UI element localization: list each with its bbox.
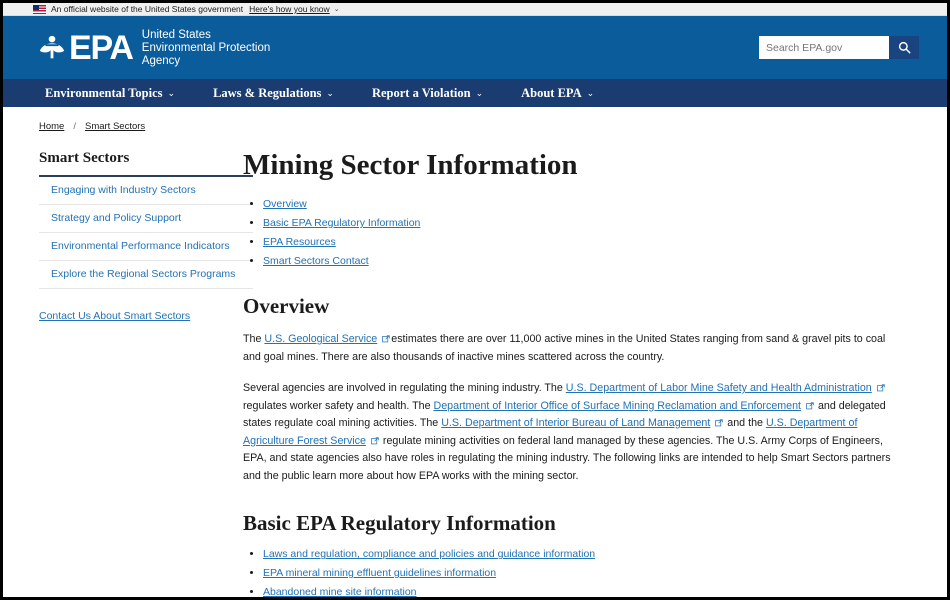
nav-label: Laws & Regulations — [213, 85, 322, 100]
breadcrumb-home[interactable]: Home — [39, 121, 64, 132]
external-link-icon — [382, 332, 390, 343]
search-form[interactable] — [759, 36, 919, 59]
link-osmre[interactable]: Department of Interior Office of Surface… — [434, 400, 802, 412]
page-title: Mining Sector Information — [243, 149, 578, 181]
content-area: Smart Sectors Engaging with Industry Sec… — [3, 132, 947, 597]
toc-link-overview[interactable]: Overview — [263, 198, 307, 210]
nav-item-laws-regulations[interactable]: Laws & Regulations ⌄ — [213, 86, 334, 101]
link-mineral-mining-effluent-guidelines[interactable]: EPA mineral mining effluent guidelines i… — [263, 567, 496, 579]
external-link-icon — [876, 381, 885, 392]
contact-us-link[interactable]: Contact Us About Smart Sectors — [39, 310, 190, 322]
breadcrumb: Home / Smart Sectors — [3, 107, 947, 132]
chevron-down-icon: ⌄ — [326, 87, 334, 98]
epa-wordmark: EPA — [69, 28, 134, 67]
list-item: Overview — [263, 198, 899, 211]
epa-seal-icon — [39, 35, 65, 58]
external-link-icon — [371, 434, 379, 444]
toc-link-basic-epa-regulatory-information[interactable]: Basic EPA Regulatory Information — [263, 217, 420, 229]
overview-paragraph-2: Several agencies are involved in regulat… — [243, 380, 899, 485]
basic-regulatory-link-list: Laws and regulation, compliance and poli… — [243, 548, 899, 597]
external-link-icon — [806, 399, 814, 409]
nav-label: Report a Violation — [371, 85, 471, 100]
chevron-down-icon[interactable]: ⌄ — [334, 5, 340, 13]
nav-label: About EPA — [521, 85, 582, 100]
tagline-line-2: Environmental Protection — [141, 41, 271, 54]
text-fragment: The — [243, 333, 265, 346]
list-item: Smart Sectors Contact — [263, 255, 899, 268]
sidebar-item-strategy-and-policy-support[interactable]: Strategy and Policy Support — [39, 205, 253, 233]
table-of-contents: Overview Basic EPA Regulatory Informatio… — [243, 198, 899, 268]
us-flag-icon — [33, 4, 46, 14]
site-header: EPA United States Environmental Protecti… — [3, 16, 947, 79]
search-input[interactable] — [759, 36, 889, 59]
breadcrumb-smart-sectors[interactable]: Smart Sectors — [85, 121, 145, 132]
browser-viewport: An official website of the United States… — [0, 0, 950, 600]
heres-how-you-know-link[interactable]: Here's how you know — [249, 4, 330, 14]
link-us-geological-service[interactable]: U.S. Geological Service — [264, 333, 377, 345]
nav-item-report-a-violation[interactable]: Report a Violation ⌄ — [372, 86, 483, 101]
toc-link-smart-sectors-contact[interactable]: Smart Sectors Contact — [263, 255, 369, 267]
list-item: EPA Resources — [263, 236, 899, 249]
search-icon — [898, 41, 910, 54]
chevron-down-icon: ⌄ — [586, 87, 595, 98]
link-abandoned-mine-site[interactable]: Abandoned mine site information — [263, 586, 417, 597]
epa-brand[interactable]: EPA United States Environmental Protecti… — [37, 28, 270, 68]
page-scroll-area[interactable]: An official website of the United States… — [3, 3, 947, 597]
nav-item-environmental-topics[interactable]: Environmental Topics ⌄ — [45, 86, 175, 101]
usa-official-banner: An official website of the United States… — [3, 3, 947, 16]
banner-text: An official website of the United States… — [51, 4, 244, 14]
sidebar-nav: Engaging with Industry Sectors Strategy … — [39, 175, 253, 289]
main-content: Mining Sector Information Overview Basic… — [225, 149, 947, 597]
primary-navigation: Environmental Topics ⌄ Laws & Regulation… — [3, 79, 947, 107]
breadcrumb-separator: / — [73, 121, 76, 132]
list-item: Abandoned mine site information — [263, 586, 899, 597]
nav-label: Environmental Topics — [45, 85, 163, 100]
sidebar-item-explore-the-regional-sectors-programs[interactable]: Explore the Regional Sectors Programs — [39, 261, 253, 289]
link-msha[interactable]: U.S. Department of Labor Mine Safety and… — [566, 382, 872, 394]
list-item: EPA mineral mining effluent guidelines i… — [263, 567, 899, 580]
section-title-basic-epa-regulatory-information: Basic EPA Regulatory Information — [243, 511, 556, 536]
sidebar-title: Smart Sectors — [39, 150, 130, 166]
nav-item-about-epa[interactable]: About EPA ⌄ — [521, 86, 594, 101]
section-title-overview: Overview — [243, 293, 330, 318]
sidebar: Smart Sectors Engaging with Industry Sec… — [3, 150, 253, 597]
tagline-line-1: United States — [141, 28, 211, 41]
overview-paragraph-1: The U.S. Geological Service estimates th… — [243, 331, 899, 366]
search-button[interactable] — [889, 36, 919, 59]
list-item: Laws and regulation, compliance and poli… — [263, 548, 899, 561]
text-fragment: Several agencies are involved in regulat… — [243, 382, 566, 395]
link-blm[interactable]: U.S. Department of Interior Bureau of La… — [441, 417, 710, 429]
external-link-icon — [715, 416, 724, 427]
text-fragment: and the — [724, 417, 766, 430]
link-laws-and-regulation[interactable]: Laws and regulation, compliance and poli… — [263, 548, 595, 560]
chevron-down-icon: ⌄ — [167, 87, 176, 98]
sidebar-item-engaging-with-industry-sectors[interactable]: Engaging with Industry Sectors — [39, 177, 253, 205]
epa-tagline: United States Environmental Protection A… — [142, 28, 270, 68]
list-item: Basic EPA Regulatory Information — [263, 217, 899, 230]
toc-link-epa-resources[interactable]: EPA Resources — [263, 236, 336, 248]
chevron-down-icon: ⌄ — [475, 87, 484, 98]
sidebar-item-environmental-performance-indicators[interactable]: Environmental Performance Indicators — [39, 233, 253, 261]
text-fragment: regulates worker safety and health. The — [243, 399, 434, 412]
tagline-line-3: Agency — [141, 54, 181, 67]
